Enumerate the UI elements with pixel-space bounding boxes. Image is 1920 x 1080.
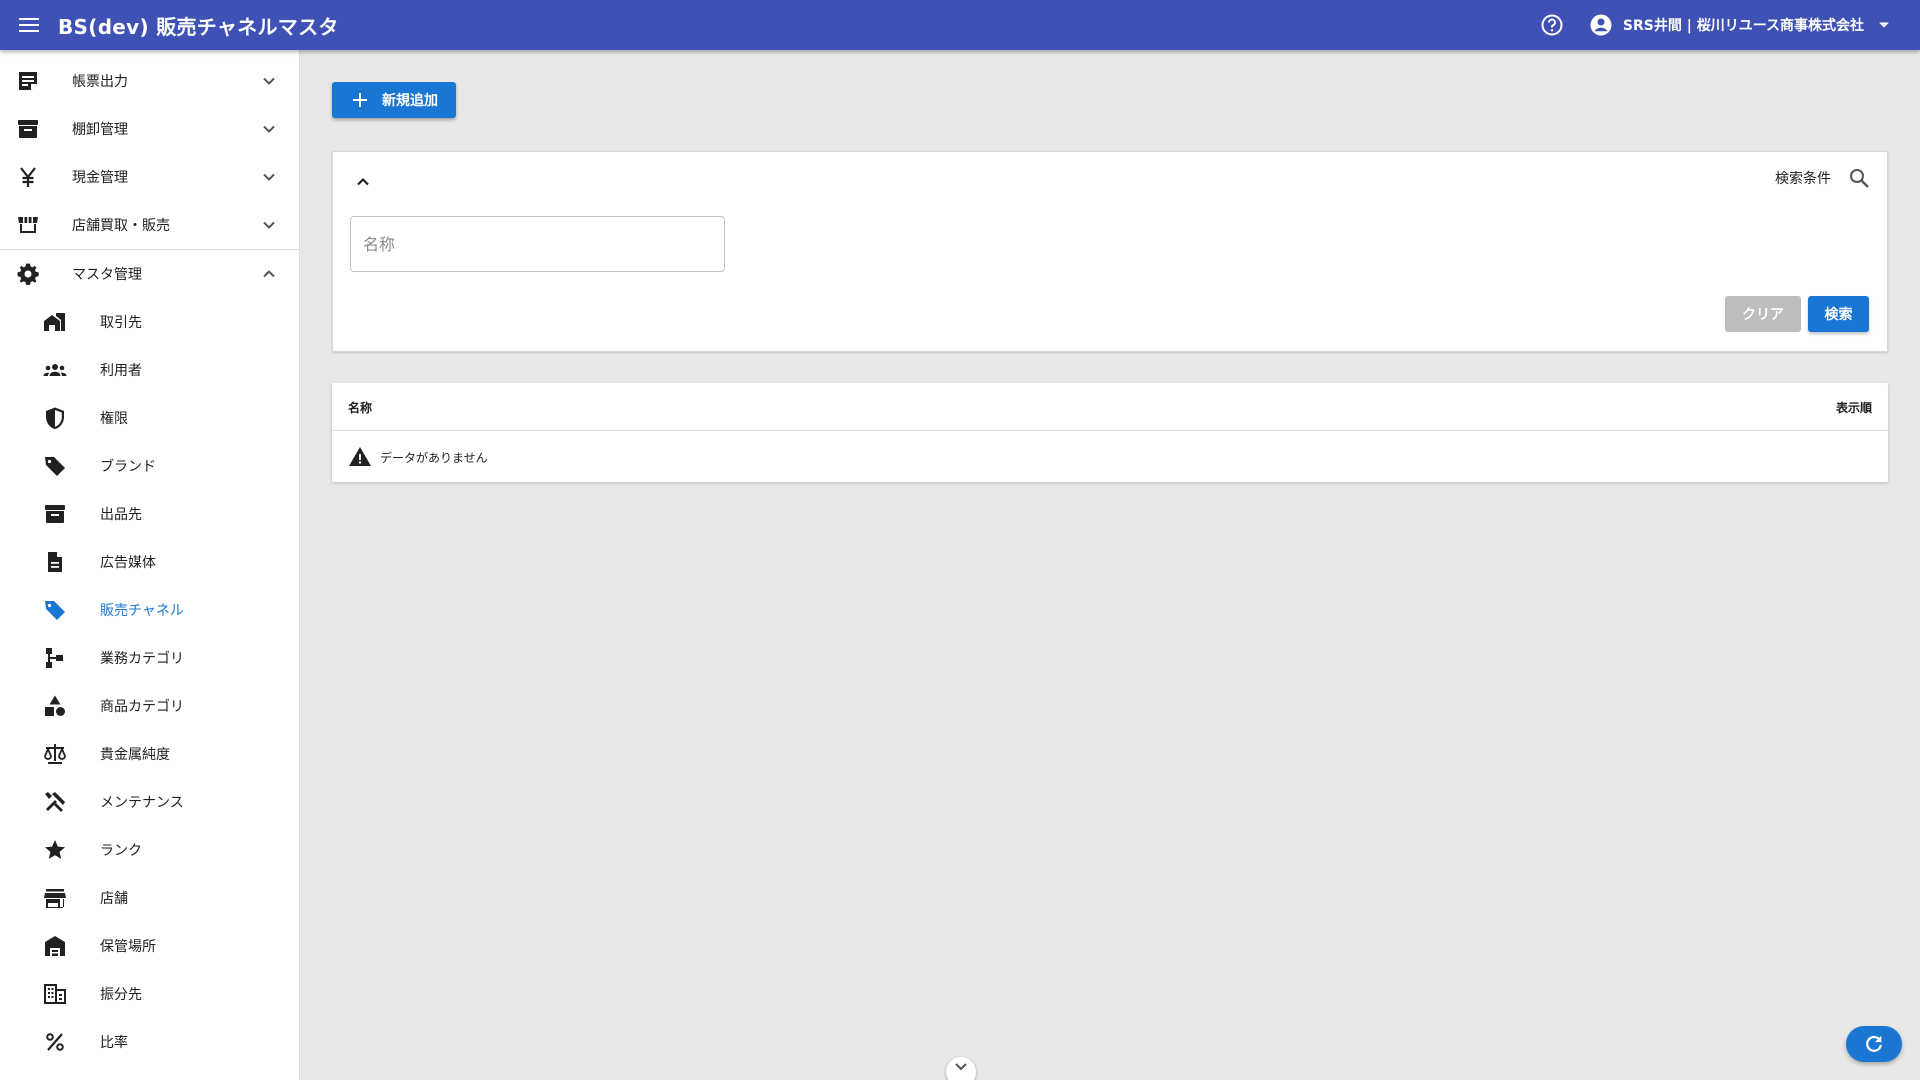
chevron-down-icon (259, 119, 279, 139)
user-name: SRS井間 | 桜川リユース商事株式会社 (1622, 18, 1864, 34)
sidebar-item-ad-media[interactable]: 広告媒体 (0, 538, 299, 586)
refresh-button[interactable] (1846, 1026, 1902, 1062)
sidebar-group-inventory[interactable]: 棚卸管理 (0, 105, 299, 153)
warning-icon (348, 445, 372, 469)
shapes-icon (43, 694, 67, 718)
warehouse-icon (43, 934, 67, 958)
sidebar-item-label: ブランド (100, 459, 156, 475)
sidebar-item-metal-purity[interactable]: 貴金属純度 (0, 730, 299, 778)
sidebar-item-label: 出品先 (100, 507, 142, 523)
sidebar-item-listing-destinations[interactable]: 出品先 (0, 490, 299, 538)
page-title: BS(dev) 販売チャネルマスタ (58, 14, 339, 39)
sidebar-group-label: 現金管理 (72, 170, 128, 186)
partner-home-icon (43, 310, 67, 334)
help-circle-icon[interactable] (1539, 12, 1565, 38)
percent-icon (43, 1030, 67, 1054)
search-conditions-title: 検索条件 (1775, 171, 1831, 187)
column-header-name[interactable]: 名称 (348, 399, 372, 416)
app-bar: BS(dev) 販売チャネルマスタ SRS井間 | 桜川リユース商事株式会社 (0, 0, 1920, 50)
building-icon (43, 982, 67, 1006)
tools-icon (43, 790, 67, 814)
search-panel: 検索条件 クリア 検索 (332, 151, 1888, 352)
sidebar-item-ratios[interactable]: 比率 (0, 1018, 299, 1066)
sidebar-item-sales-channels[interactable]: 販売チャネル (0, 586, 299, 634)
sidebar-group-label: マスタ管理 (72, 267, 142, 283)
tag-icon (43, 454, 67, 478)
sidebar-item-label: 振分先 (100, 987, 142, 1003)
archive-icon (43, 502, 67, 526)
scroll-down-button[interactable] (946, 1057, 976, 1080)
sidebar-item-label: 取引先 (100, 315, 142, 331)
document-icon (43, 550, 67, 574)
sidebar-item-label: メンテナンス (100, 795, 184, 811)
sidebar-group-reports[interactable]: 帳票出力 (0, 57, 299, 105)
gear-icon (16, 262, 40, 286)
sidebar-group-store-sales[interactable]: 店舗買取・販売 (0, 201, 299, 249)
sidebar-item-label: 業務カテゴリ (100, 651, 184, 667)
clear-button[interactable]: クリア (1725, 296, 1801, 332)
sidebar-item-label: 保管場所 (100, 939, 156, 955)
sidebar-item-label: 広告媒体 (100, 555, 156, 571)
archive-icon (16, 117, 40, 141)
sidebar-item-label: 利用者 (100, 363, 142, 379)
account-circle-icon (1589, 13, 1613, 37)
sidebar-group-master[interactable]: マスタ管理 (0, 250, 299, 298)
sidebar-item-permissions[interactable]: 権限 (0, 394, 299, 442)
sidebar-item-brands[interactable]: ブランド (0, 442, 299, 490)
add-new-label: 新規追加 (382, 93, 438, 109)
sidebar-group-cash[interactable]: 現金管理 (0, 153, 299, 201)
storefront-icon (16, 213, 40, 237)
sidebar-item-rank[interactable]: ランク (0, 826, 299, 874)
tag-icon (43, 598, 67, 622)
sidebar-item-label: ランク (100, 843, 142, 859)
empty-state-text: データがありません (380, 450, 488, 465)
caret-down-icon (1878, 21, 1890, 29)
note-icon (16, 69, 40, 93)
store-icon (43, 886, 67, 910)
sidebar-item-stores[interactable]: 店舗 (0, 874, 299, 922)
group-icon (43, 358, 67, 382)
sidebar-group-label: 棚卸管理 (72, 122, 128, 138)
sidebar-item-label: 商品カテゴリ (100, 699, 184, 715)
chevron-down-icon (259, 215, 279, 235)
sidebar-item-label: 貴金属純度 (100, 747, 170, 763)
name-search-input[interactable] (350, 216, 725, 272)
empty-state-row: データがありません (348, 445, 488, 469)
plus-icon (350, 90, 370, 110)
chevron-down-icon (259, 167, 279, 187)
chevron-up-icon[interactable] (351, 170, 375, 194)
results-table: 名称 表示順 データがありません (332, 383, 1888, 482)
chevron-down-icon (954, 1062, 968, 1072)
sidebar-item-users[interactable]: 利用者 (0, 346, 299, 394)
chevron-up-icon (259, 264, 279, 284)
chevron-down-icon (259, 71, 279, 91)
star-icon (43, 838, 67, 862)
column-header-display-order[interactable]: 表示順 (1836, 399, 1872, 416)
yen-icon (16, 165, 40, 189)
sidebar-item-maintenance[interactable]: メンテナンス (0, 778, 299, 826)
table-header: 名称 表示順 (332, 383, 1888, 431)
sidebar-item-storage-locations[interactable]: 保管場所 (0, 922, 299, 970)
sidebar-group-label: 帳票出力 (72, 74, 128, 90)
sidebar-item-label: 店舗 (100, 891, 128, 907)
sidebar-item-label: 権限 (100, 411, 128, 427)
sidebar-item-allocation-targets[interactable]: 振分先 (0, 970, 299, 1018)
sidebar-item-business-categories[interactable]: 業務カテゴリ (0, 634, 299, 682)
menu-icon[interactable] (16, 12, 42, 38)
search-icon[interactable] (1847, 166, 1871, 190)
refresh-icon (1863, 1033, 1885, 1055)
sidebar-group-label: 店舗買取・販売 (72, 218, 170, 234)
user-menu-button[interactable]: SRS井間 | 桜川リユース商事株式会社 (1589, 13, 1890, 37)
add-new-button[interactable]: 新規追加 (332, 82, 456, 118)
sidebar-item-label: 比率 (100, 1035, 128, 1051)
balance-scale-icon (43, 742, 67, 766)
sidebar-item-partners[interactable]: 取引先 (0, 298, 299, 346)
sidebar: 帳票出力 棚卸管理 現金管理 店舗買取・販売 マスタ管理 取引先 利用者 権限 … (0, 50, 300, 1080)
shield-icon (43, 406, 67, 430)
hierarchy-icon (43, 646, 67, 670)
sidebar-item-product-categories[interactable]: 商品カテゴリ (0, 682, 299, 730)
search-button[interactable]: 検索 (1808, 296, 1869, 332)
sidebar-item-label: 販売チャネル (100, 603, 184, 619)
